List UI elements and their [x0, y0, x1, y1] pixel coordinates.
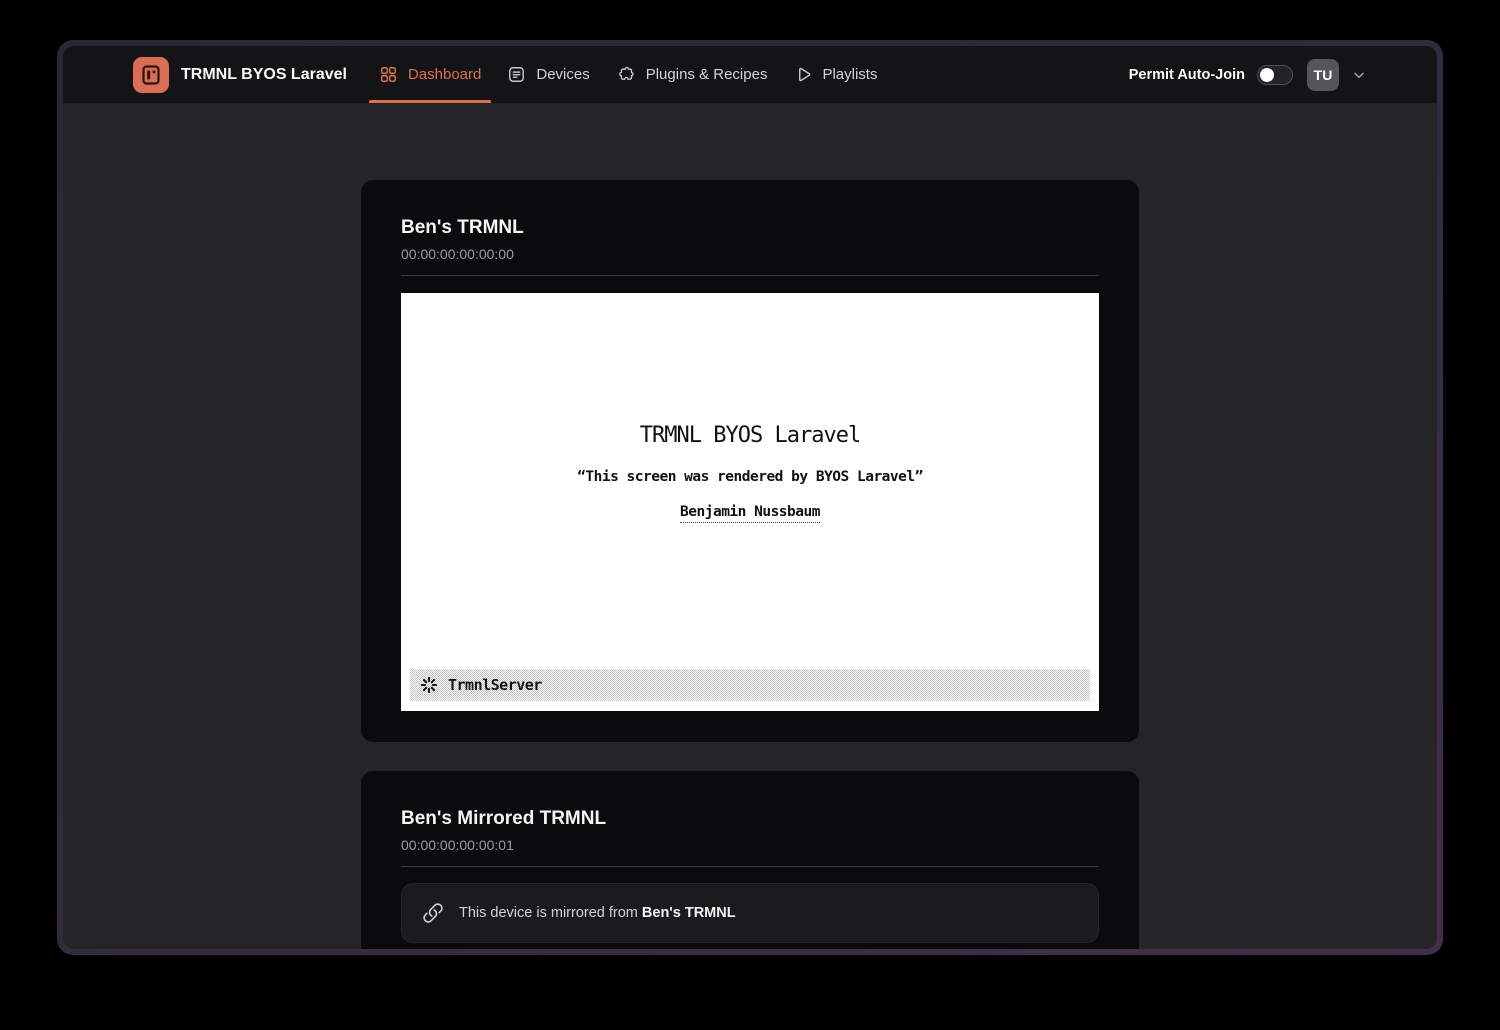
- toggle-knob: [1260, 68, 1274, 82]
- user-avatar[interactable]: TU: [1307, 59, 1339, 91]
- link-icon: [422, 902, 444, 924]
- screen-content: TRMNL BYOS Laravel “This screen was rend…: [401, 293, 1099, 523]
- nav-item-devices[interactable]: Devices: [497, 46, 599, 103]
- mirror-notice: This device is mirrored from Ben's TRMNL: [401, 883, 1099, 943]
- device-mac-address: 00:00:00:00:00:01: [401, 837, 1099, 853]
- nav-item-label: Dashboard: [408, 66, 481, 83]
- mirror-notice-text: This device is mirrored from Ben's TRMNL: [459, 905, 736, 921]
- mirror-source-device: Ben's TRMNL: [642, 905, 736, 921]
- device-card: Ben's TRMNL 00:00:00:00:00:00 TRMNL BYOS…: [361, 180, 1139, 742]
- chevron-down-icon: [1351, 67, 1367, 83]
- brand[interactable]: TRMNL BYOS Laravel: [133, 46, 347, 103]
- device-name: Ben's TRMNL: [401, 217, 1099, 240]
- device-name: Ben's Mirrored TRMNL: [401, 808, 1099, 831]
- device-mac-address: 00:00:00:00:00:00: [401, 246, 1099, 262]
- mirror-notice-prefix: This device is mirrored from: [459, 905, 642, 921]
- eink-screen-preview: TRMNL BYOS Laravel “This screen was rend…: [401, 293, 1099, 711]
- permit-auto-join-label: Permit Auto-Join: [1129, 67, 1245, 83]
- dashboard-grid-icon: [379, 65, 398, 84]
- screen-title: TRMNL BYOS Laravel: [401, 423, 1099, 448]
- nav-menu: Dashboard Devices: [369, 46, 888, 103]
- nav-item-label: Devices: [536, 66, 589, 83]
- devices-list-icon: [507, 65, 526, 84]
- app-window-content: TRMNL BYOS Laravel Dashboard: [63, 46, 1437, 949]
- nav-item-plugins[interactable]: Plugins & Recipes: [606, 46, 778, 103]
- user-menu-button[interactable]: [1351, 67, 1367, 83]
- screen-status-bar: TrmnlServer: [410, 669, 1090, 701]
- divider: [401, 866, 1099, 867]
- spinner-icon: [420, 676, 438, 694]
- screen-author-link: Benjamin Nussbaum: [680, 504, 820, 523]
- nav-item-label: Plugins & Recipes: [646, 66, 768, 83]
- app-window: TRMNL BYOS Laravel Dashboard: [57, 40, 1443, 955]
- nav-item-label: Playlists: [822, 66, 877, 83]
- main-content: Ben's TRMNL 00:00:00:00:00:00 TRMNL BYOS…: [63, 104, 1437, 949]
- devices-container: Ben's TRMNL 00:00:00:00:00:00 TRMNL BYOS…: [361, 104, 1139, 949]
- puzzle-icon: [616, 65, 636, 85]
- nav-item-playlists[interactable]: Playlists: [783, 46, 887, 103]
- permit-auto-join-toggle[interactable]: [1257, 65, 1293, 85]
- trmnl-logo-icon: [133, 57, 169, 93]
- divider: [401, 275, 1099, 276]
- app-title: TRMNL BYOS Laravel: [181, 66, 347, 84]
- device-card: Ben's Mirrored TRMNL 00:00:00:00:00:01 T…: [361, 771, 1139, 949]
- nav-item-dashboard[interactable]: Dashboard: [369, 46, 491, 103]
- screen-quote: “This screen was rendered by BYOS Larave…: [401, 469, 1099, 485]
- screen-status-label: TrmnlServer: [448, 676, 542, 694]
- navbar: TRMNL BYOS Laravel Dashboard: [63, 46, 1437, 104]
- navbar-right: Permit Auto-Join TU: [1129, 46, 1367, 103]
- play-icon: [793, 65, 812, 84]
